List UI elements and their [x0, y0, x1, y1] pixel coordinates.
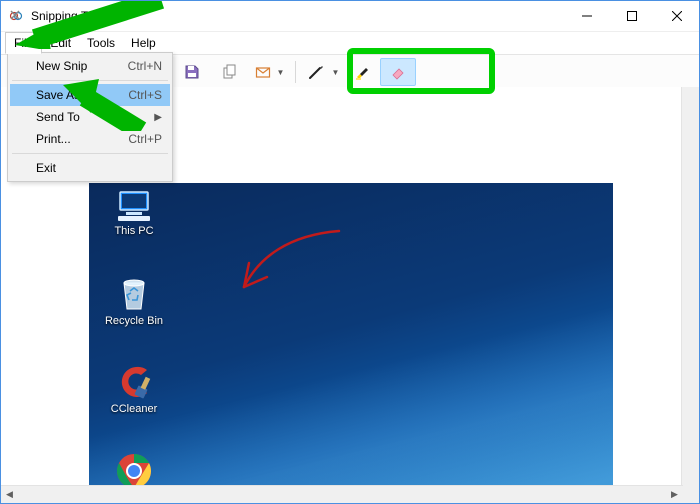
menuitem-label: New Snip	[36, 59, 87, 73]
horizontal-scrollbar[interactable]: ◀ ▶	[1, 485, 683, 503]
envelope-icon	[255, 64, 271, 80]
vertical-scrollbar[interactable]	[681, 87, 699, 486]
desktop-icon-ccleaner: CCleaner	[99, 363, 169, 415]
pen-annotation-red	[229, 217, 369, 307]
desktop-icon-label: This PC	[99, 225, 169, 237]
titlebar: Snipping Tool	[1, 1, 699, 32]
maximize-button[interactable]	[609, 2, 654, 31]
app-window: Snipping Tool File Edit Tools Help New ▼…	[0, 0, 700, 504]
chrome-icon	[114, 451, 154, 485]
chevron-down-icon: ▼	[331, 68, 339, 77]
menu-tools[interactable]: Tools	[79, 32, 123, 54]
menuitem-label: Print...	[36, 132, 71, 146]
menu-file[interactable]: File	[5, 32, 42, 54]
copy-button[interactable]	[212, 58, 248, 86]
menuitem-label: Save As...	[36, 88, 90, 102]
menu-edit[interactable]: Edit	[42, 32, 79, 54]
menuitem-shortcut: Ctrl+P	[128, 132, 162, 146]
desktop-icon-label: Recycle Bin	[99, 315, 169, 327]
menuitem-new-snip[interactable]: New Snip Ctrl+N	[10, 55, 170, 77]
save-icon	[184, 64, 200, 80]
menuitem-label: Send To	[36, 110, 80, 124]
scrollbar-corner	[683, 486, 699, 503]
menuitem-send-to[interactable]: Send To ▶	[10, 106, 170, 128]
captured-snip: This PC Recycle Bin CCleaner	[89, 183, 613, 485]
pen-button[interactable]: ▼	[302, 58, 344, 86]
recycle-bin-icon	[114, 275, 154, 313]
file-menu-dropdown: New Snip Ctrl+N Save As... Ctrl+S Send T…	[7, 52, 173, 182]
menuitem-shortcut: Ctrl+N	[128, 59, 162, 73]
desktop-icon-this-pc: This PC	[99, 189, 169, 237]
window-title: Snipping Tool	[31, 9, 103, 23]
menuitem-exit[interactable]: Exit	[10, 157, 170, 179]
tutorial-highlight-tools	[347, 48, 495, 94]
chevron-down-icon: ▼	[277, 68, 285, 77]
copy-icon	[222, 64, 238, 80]
desktop-icon-label: CCleaner	[99, 403, 169, 415]
menuitem-print[interactable]: Print... Ctrl+P	[10, 128, 170, 150]
save-button[interactable]	[174, 58, 210, 86]
menuitem-label: Exit	[36, 161, 56, 175]
minimize-button[interactable]	[564, 2, 609, 31]
desktop-icon-chrome	[99, 451, 169, 485]
menuitem-save-as[interactable]: Save As... Ctrl+S	[10, 84, 170, 106]
close-button[interactable]	[654, 2, 699, 31]
pen-icon	[307, 63, 325, 81]
desktop-icon-recycle-bin: Recycle Bin	[99, 275, 169, 327]
ccleaner-icon	[114, 363, 154, 401]
scroll-right-icon[interactable]: ▶	[666, 486, 683, 503]
app-icon	[9, 8, 25, 24]
chevron-right-icon: ▶	[154, 112, 162, 123]
scroll-left-icon[interactable]: ◀	[1, 486, 18, 503]
menuitem-shortcut: Ctrl+S	[128, 88, 162, 102]
send-button[interactable]: ▼	[250, 58, 290, 86]
menu-help[interactable]: Help	[123, 32, 164, 54]
pc-icon	[114, 189, 154, 223]
